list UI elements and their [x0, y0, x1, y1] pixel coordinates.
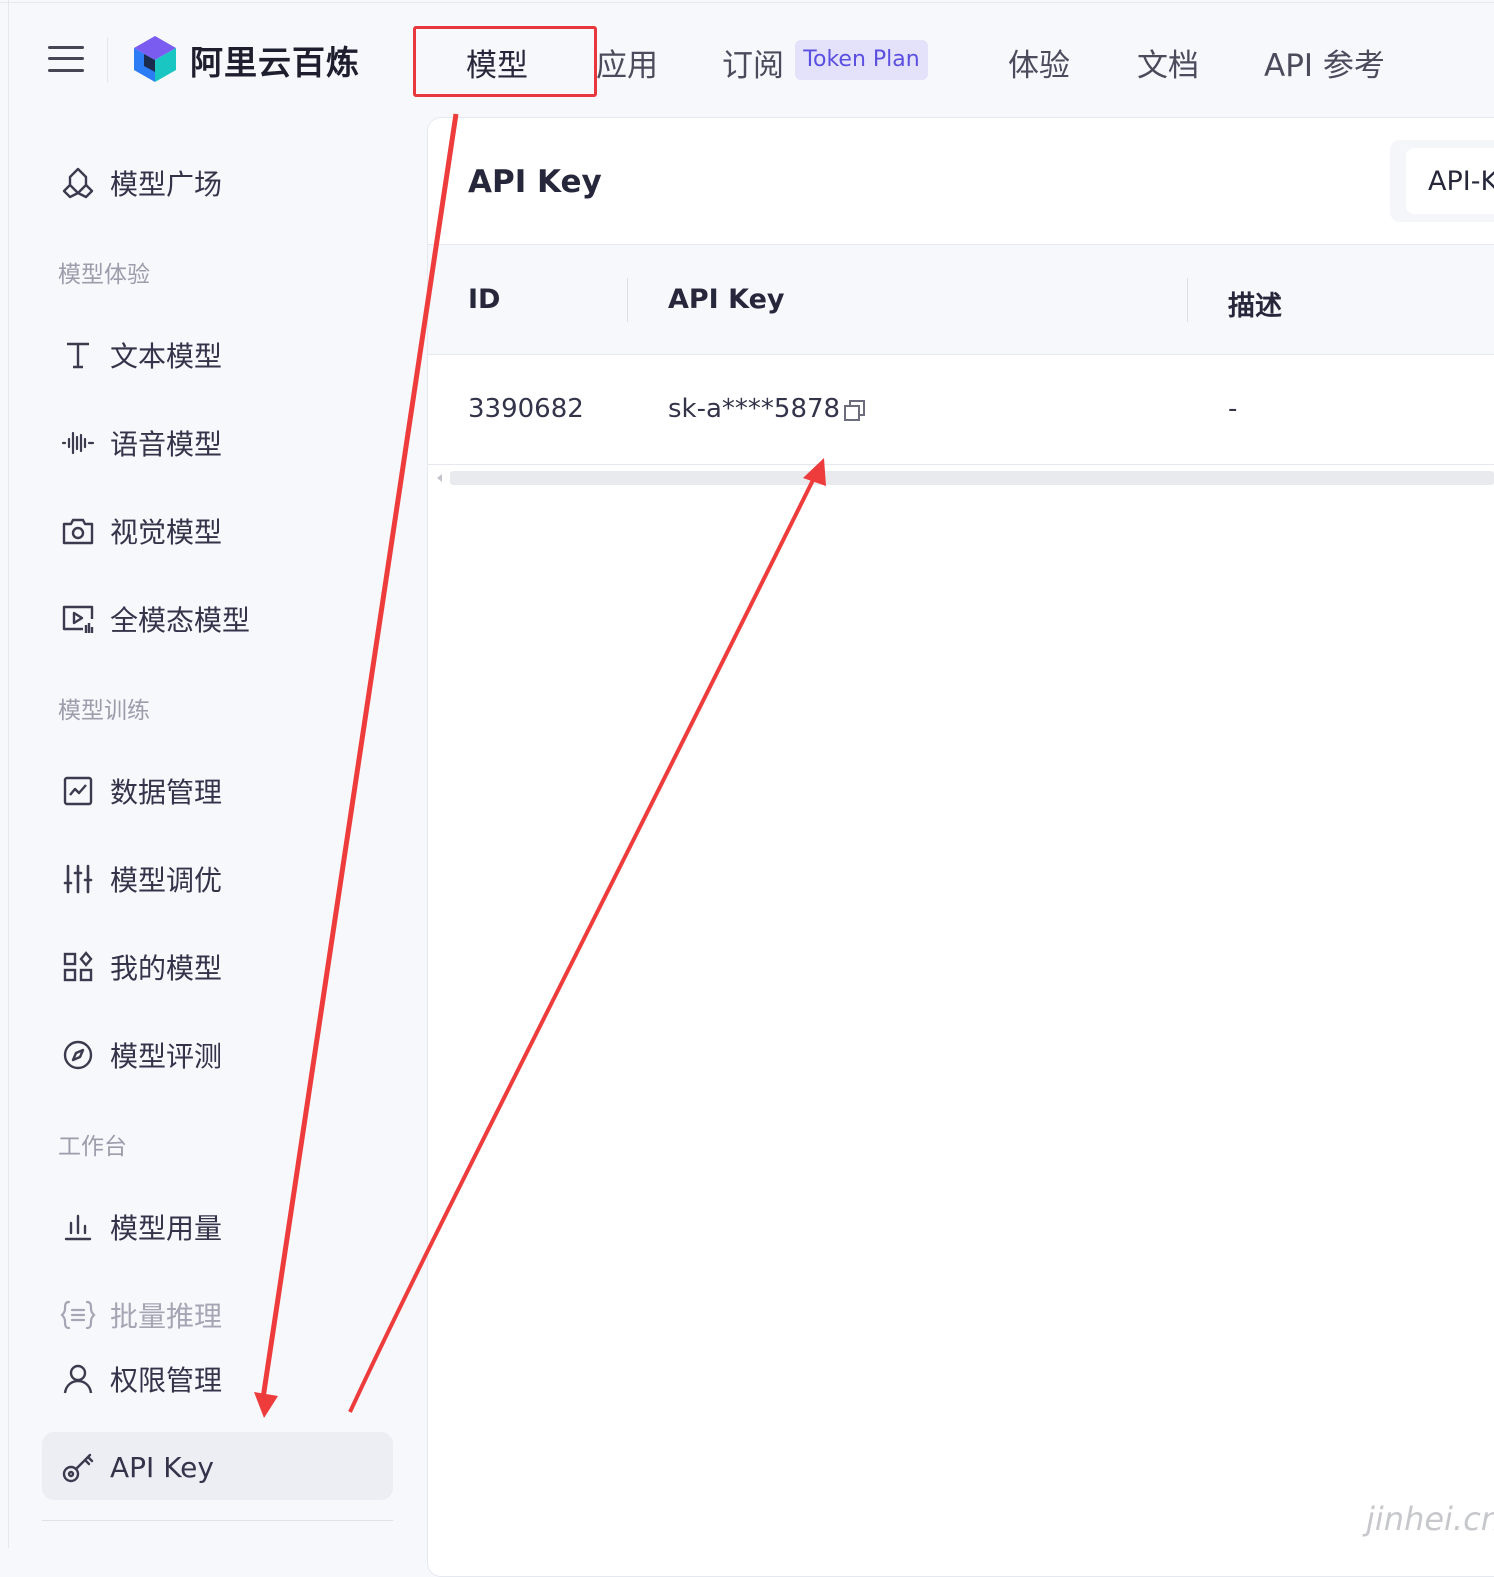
sidebar-bottom-divider [42, 1520, 393, 1521]
bar-chart-icon [58, 1207, 98, 1247]
compass-icon [58, 1035, 98, 1075]
table-header-divider [428, 354, 1494, 355]
sidebar-item-label: 我的模型 [110, 952, 223, 985]
sliders-icon [58, 859, 98, 899]
sidebar-item-data-management[interactable]: 数据管理 [58, 769, 222, 813]
sidebar-item-label: 模型调优 [110, 864, 223, 897]
sidebar-item-label: 语音模型 [110, 428, 223, 461]
page-title: API Key [468, 164, 602, 200]
sidebar-item-label: 文本模型 [110, 340, 223, 373]
cell-api-key: sk-a****5878 [668, 394, 841, 424]
annotation-highlight-box [413, 26, 597, 97]
column-header-description: 描述 [1228, 291, 1282, 322]
sidebar-item-text-model[interactable]: 文本模型 [58, 333, 222, 377]
sidebar-group-workspace: 工作台 [58, 1134, 127, 1160]
cell-description: - [1228, 394, 1238, 424]
sidebar-item-model-usage[interactable]: 模型用量 [58, 1205, 222, 1249]
sidebar-item-model-square[interactable]: 模型广场 [58, 161, 222, 205]
left-border [8, 0, 9, 1548]
sidebar-item-label: 视觉模型 [110, 516, 223, 549]
sidebar-group-training: 模型训练 [58, 698, 150, 724]
tab-api-key[interactable]: API-K [1428, 166, 1494, 197]
cell-id: 3390682 [468, 394, 584, 424]
sidebar-item-vision-model[interactable]: 视觉模型 [58, 509, 222, 553]
table-row-divider [428, 464, 1494, 465]
sidebar-item-label: 模型用量 [110, 1212, 223, 1245]
sidebar-item-batch-inference[interactable]: 批量推理 [58, 1293, 222, 1337]
horizontal-scrollbar[interactable] [450, 471, 1494, 485]
nav-docs[interactable]: 文档 [1137, 40, 1199, 85]
model-square-icon [58, 163, 98, 203]
token-plan-badge[interactable]: Token Plan [795, 40, 928, 80]
header-divider [107, 38, 108, 82]
waveform-icon [58, 423, 98, 463]
user-icon [58, 1359, 98, 1399]
camera-icon [58, 511, 98, 551]
sidebar-item-speech-model[interactable]: 语音模型 [58, 421, 222, 465]
copy-icon[interactable] [842, 398, 868, 424]
sidebar-item-label: 数据管理 [110, 776, 223, 809]
nav-app[interactable]: 应用 [596, 40, 658, 85]
nav-subscription[interactable]: 订阅 [722, 40, 784, 85]
sidebar-item-omni-model[interactable]: 全模态模型 [58, 597, 250, 641]
apps-icon [58, 947, 98, 987]
brand-name: 阿里云百炼 [190, 43, 360, 82]
braces-icon [58, 1295, 98, 1335]
watermark: jinhei.cn [1366, 1500, 1494, 1538]
sidebar-item-label: 模型广场 [110, 168, 223, 201]
scroll-left-arrow-icon[interactable] [434, 472, 444, 484]
table-header [428, 245, 1494, 355]
column-header-api-key: API Key [668, 284, 785, 315]
nav-api-reference[interactable]: API 参考 [1264, 40, 1385, 85]
text-icon [58, 335, 98, 375]
sidebar-item-my-models[interactable]: 我的模型 [58, 945, 222, 989]
top-border [0, 2, 1494, 3]
column-resizer[interactable] [627, 278, 628, 322]
sidebar-item-model-evaluation[interactable]: 模型评测 [58, 1033, 222, 1077]
sidebar-item-label: API Key [110, 1450, 214, 1484]
sidebar-item-label: 全模态模型 [110, 604, 251, 637]
menu-icon[interactable] [48, 44, 84, 74]
line-chart-icon [58, 771, 98, 811]
sidebar-item-permission-management[interactable]: 权限管理 [58, 1357, 222, 1401]
column-header-id: ID [468, 284, 501, 315]
sidebar-item-api-key[interactable]: API Key [58, 1445, 214, 1489]
sidebar-item-model-tuning[interactable]: 模型调优 [58, 857, 222, 901]
sidebar-item-label: 模型评测 [110, 1040, 223, 1073]
column-resizer[interactable] [1187, 278, 1188, 322]
logo-icon [134, 36, 176, 82]
nav-experience[interactable]: 体验 [1008, 40, 1070, 85]
video-play-icon [58, 599, 98, 639]
sidebar-group-experience: 模型体验 [58, 262, 150, 288]
sidebar-item-label: 权限管理 [110, 1364, 223, 1397]
sidebar-item-label: 批量推理 [110, 1300, 223, 1333]
key-icon [58, 1447, 98, 1487]
